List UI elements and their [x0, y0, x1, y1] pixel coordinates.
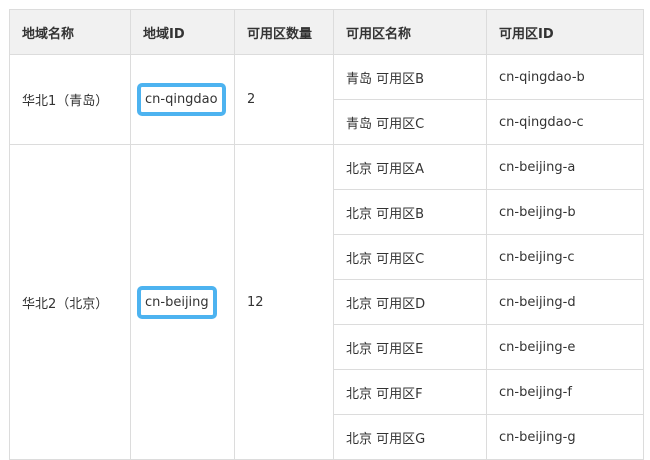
zone-count-cell: 2 — [234, 54, 334, 145]
region-name-cell: 华北1（青岛） — [9, 54, 131, 145]
zone-id-cell: cn-qingdao-b — [486, 54, 644, 100]
zone-name-cell: 北京 可用区A — [333, 144, 487, 190]
region-id-cell: cn-beijing — [130, 144, 235, 460]
region-id-cell: cn-qingdao — [130, 54, 235, 145]
region-id-highlight: cn-qingdao — [137, 83, 226, 116]
zone-name-cell: 北京 可用区C — [333, 234, 487, 280]
zone-name-cell: 北京 可用区E — [333, 324, 487, 370]
zone-id-cell: cn-beijing-g — [486, 414, 644, 460]
zone-id-cell: cn-beijing-e — [486, 324, 644, 370]
table-header-row: 地域名称 地域ID 可用区数量 可用区名称 可用区ID — [9, 9, 644, 55]
table-row: 华北1（青岛） cn-qingdao 2 青岛 可用区B cn-qingdao-… — [9, 54, 644, 145]
header-zone-name: 可用区名称 — [333, 9, 487, 55]
zone-id-cell: cn-beijing-b — [486, 189, 644, 235]
zone-id-cell: cn-beijing-c — [486, 234, 644, 280]
header-region-id: 地域ID — [130, 9, 235, 55]
header-zone-count: 可用区数量 — [234, 9, 334, 55]
region-id-highlight: cn-beijing — [137, 285, 217, 319]
zone-id-cell: cn-beijing-a — [486, 144, 644, 190]
zone-id-cell: cn-beijing-f — [486, 369, 644, 415]
page: 地域名称 地域ID 可用区数量 可用区名称 可用区ID 华北1（青岛） cn-q… — [0, 0, 650, 460]
zone-name-cell: 青岛 可用区B — [333, 54, 487, 100]
region-zone-table: 地域名称 地域ID 可用区数量 可用区名称 可用区ID 华北1（青岛） cn-q… — [9, 9, 644, 460]
header-region-name: 地域名称 — [9, 9, 131, 55]
zone-name-cell: 北京 可用区D — [333, 279, 487, 325]
region-name-cell: 华北2（北京） — [9, 144, 131, 460]
zone-id-cell: cn-qingdao-c — [486, 99, 644, 145]
zone-name-cell: 青岛 可用区C — [333, 99, 487, 145]
zone-count-cell: 12 — [234, 144, 334, 460]
zone-name-cell: 北京 可用区G — [333, 414, 487, 460]
table-row: 华北2（北京） cn-beijing 12 北京 可用区A cn-beijing… — [9, 144, 644, 460]
zone-name-cell: 北京 可用区F — [333, 369, 487, 415]
header-zone-id: 可用区ID — [486, 9, 644, 55]
zone-name-cell: 北京 可用区B — [333, 189, 487, 235]
zone-id-cell: cn-beijing-d — [486, 279, 644, 325]
